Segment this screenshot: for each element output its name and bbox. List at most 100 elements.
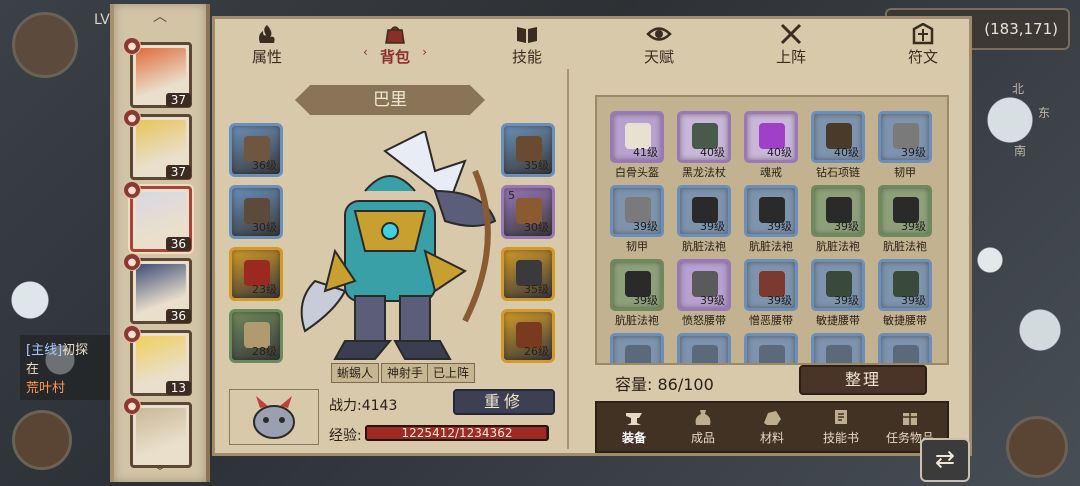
item-icon <box>759 345 785 363</box>
sort-button[interactable]: 整理 <box>799 365 927 395</box>
tab-book[interactable]: 技能 <box>487 23 567 67</box>
inventory-item[interactable]: 39级 肮脏法袍 <box>676 185 732 255</box>
item-frame: 39级 <box>878 259 932 311</box>
rune-icon <box>912 23 934 45</box>
item-frame: 39级 <box>677 259 731 311</box>
equip-level: 28级 <box>252 345 277 358</box>
inventory-item[interactable]: 39级 肮脏法袍 <box>743 185 799 255</box>
category-scroll[interactable]: 技能书 <box>808 407 874 446</box>
bottom-left-action-button[interactable] <box>12 410 72 470</box>
inventory-item[interactable]: 39级 肮脏法袍 <box>609 259 665 329</box>
hero-portrait <box>300 131 497 360</box>
quest-location: 荒叶村 <box>26 381 66 396</box>
inventory-item[interactable]: 39级 憎恶腰带 <box>743 259 799 329</box>
capacity: 容量: 86/100 <box>615 371 714 395</box>
hero-level: 37 <box>165 165 191 179</box>
equip-level: 23级 <box>252 283 277 296</box>
quest-tracker[interactable]: [主线]初探 在 荒叶村 <box>20 335 120 400</box>
tab-flame[interactable]: 属性 <box>227 23 307 67</box>
combat-power-label: 战力: <box>329 398 362 414</box>
hero-level: 36 <box>165 309 191 323</box>
item-level: 39级 <box>834 294 859 307</box>
compass-east: 东 <box>1038 106 1051 120</box>
inventory-item[interactable] <box>743 333 799 363</box>
hero-level: 13 <box>165 381 191 395</box>
tab-swords[interactable]: 上阵 <box>751 23 831 67</box>
item-level: 39级 <box>633 220 658 233</box>
inventory-item[interactable]: 41级 白骨头盔 <box>609 111 665 181</box>
category-label: 成品 <box>690 431 715 445</box>
item-level: 39级 <box>767 294 792 307</box>
pet-slot[interactable] <box>229 389 319 445</box>
inventory-item[interactable]: 39级 肮脏法袍 <box>877 185 933 255</box>
scroll-up-icon[interactable]: ︿ <box>114 6 206 26</box>
tab-eye[interactable]: 天赋 <box>619 23 699 67</box>
inventory-item[interactable] <box>877 333 933 363</box>
hero-card[interactable]: ● 13 <box>123 325 192 396</box>
category-label: 技能书 <box>822 431 859 445</box>
hero-trait-tag: 神射手 <box>381 363 430 383</box>
hero-card[interactable]: ● 36 <box>123 253 192 324</box>
rebuild-button[interactable]: 重修 <box>453 389 555 415</box>
panel-divider <box>567 69 569 449</box>
inventory-item[interactable]: 40级 魂戒 <box>743 111 799 181</box>
item-name: 黑龙法杖 <box>682 166 726 179</box>
equip-slot[interactable]: 26级 <box>501 309 555 363</box>
hero-badge-icon: ● <box>123 325 141 343</box>
quest-title: 初探 <box>62 343 89 358</box>
hero-list[interactable]: ︿ ● 37 ● 37 ● 36 ● 36 ● 13 ● ﹀ <box>110 4 210 482</box>
item-level: 39级 <box>901 146 926 159</box>
item-frame <box>878 333 932 363</box>
equip-slot[interactable]: 5 30级 <box>501 185 555 239</box>
equip-slot[interactable]: 35级 <box>501 123 555 177</box>
anvil-icon <box>626 413 642 425</box>
category-ore[interactable]: 材料 <box>739 407 805 446</box>
item-name: 肮脏法袍 <box>615 314 659 327</box>
inventory-item[interactable] <box>609 333 665 363</box>
inventory-item[interactable] <box>810 333 866 363</box>
inventory-item[interactable]: 39级 肮脏法袍 <box>810 185 866 255</box>
pet-icon <box>253 396 295 439</box>
swords-icon <box>780 23 802 45</box>
inventory-item[interactable]: 40级 黑龙法杖 <box>676 111 732 181</box>
inventory-grid[interactable]: 41级 白骨头盔 40级 黑龙法杖 40级 魂戒 40级 钻石项链 39级 韧甲 39级 韧甲 39级肮… <box>595 95 949 365</box>
inventory-item[interactable]: 40级 钻石项链 <box>810 111 866 181</box>
tab-bag[interactable]: 背包 ‹ › <box>355 23 435 67</box>
inventory-item[interactable]: 39级 韧甲 <box>609 185 665 255</box>
hero-badge-icon: ● <box>123 109 141 127</box>
hero-level: 37 <box>165 93 191 107</box>
tab-label: 符文 <box>907 48 938 66</box>
player-avatar[interactable] <box>12 12 78 78</box>
hero-panel: 属性 背包 ‹ › 技能 天赋 上阵 符文 巴里 36级 30级 23级 28级 35级 5 30级 35… <box>212 16 972 456</box>
inventory-item[interactable]: 39级 韧甲 <box>877 111 933 181</box>
item-frame <box>677 333 731 363</box>
inventory-item[interactable] <box>676 333 732 363</box>
inventory-item[interactable]: 39级 愤怒腰带 <box>676 259 732 329</box>
item-frame: 39级 <box>878 111 932 163</box>
item-level: 39级 <box>901 220 926 233</box>
item-name: 肮脏法袍 <box>682 240 726 253</box>
hero-card[interactable]: ● 36 <box>123 181 192 252</box>
item-name: 钻石项链 <box>816 166 860 179</box>
inventory-item[interactable]: 39级 敏捷腰带 <box>810 259 866 329</box>
equip-level: 35级 <box>524 283 549 296</box>
category-label: 材料 <box>759 431 784 445</box>
equip-slot[interactable]: 35级 <box>501 247 555 301</box>
hero-card[interactable]: ● <box>123 397 192 468</box>
scroll-down-icon[interactable]: ﹀ <box>114 462 206 482</box>
category-sack[interactable]: 成品 <box>670 407 736 446</box>
inventory-item[interactable]: 39级 敏捷腰带 <box>877 259 933 329</box>
item-frame <box>744 333 798 363</box>
bottom-right-action-button[interactable] <box>1006 416 1068 478</box>
item-frame: 39级 <box>811 185 865 237</box>
item-level: 39级 <box>834 220 859 233</box>
hero-card[interactable]: ● 37 <box>123 37 192 108</box>
category-anvil[interactable]: 装备 <box>601 407 667 446</box>
hero-trait-tag: 已上阵 <box>427 363 476 383</box>
hero-card[interactable]: ● 37 <box>123 109 192 180</box>
tab-rune[interactable]: 符文 <box>883 23 963 67</box>
equip-level: 26级 <box>524 345 549 358</box>
equip-level: 35级 <box>524 159 549 172</box>
switch-icon[interactable]: ⇄ <box>920 438 970 482</box>
tab-label: 技能 <box>511 48 542 66</box>
